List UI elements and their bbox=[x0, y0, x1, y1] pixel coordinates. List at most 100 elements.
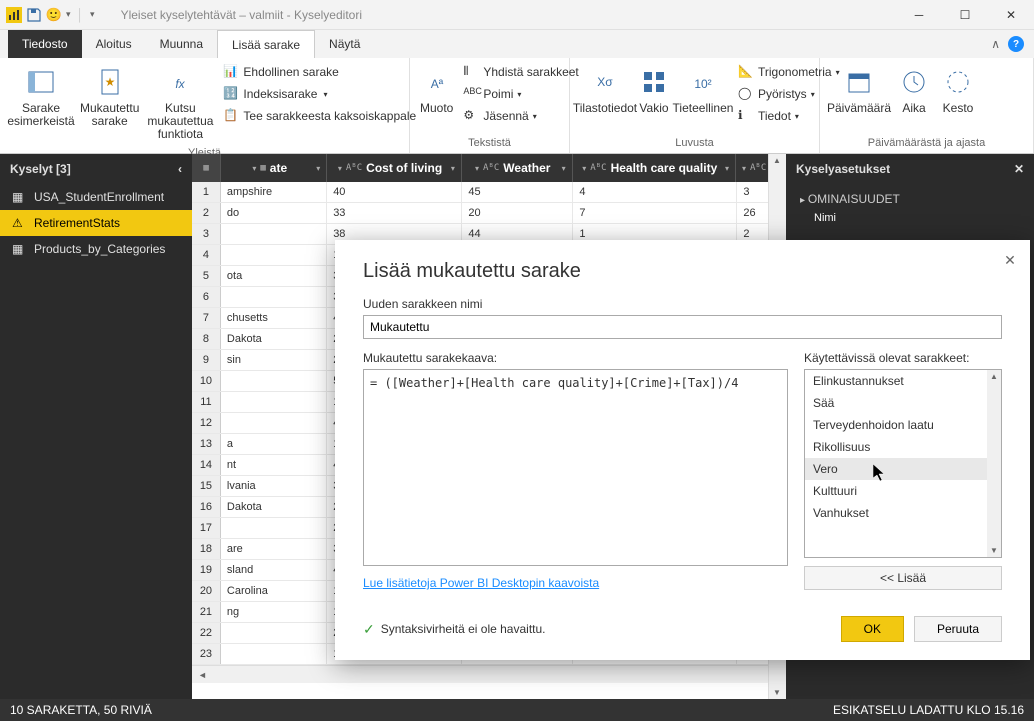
close-button[interactable]: ✕ bbox=[988, 0, 1034, 30]
cell[interactable] bbox=[221, 413, 327, 433]
cell[interactable]: Dakota bbox=[221, 497, 327, 517]
tab-file[interactable]: Tiedosto bbox=[8, 30, 82, 58]
invoke-function-button[interactable]: fxKutsu mukautettua funktiota bbox=[145, 62, 215, 145]
column-header[interactable]: ▾AᴮCWeather▾ bbox=[462, 154, 573, 182]
statistics-button[interactable]: XσTilastotiedot bbox=[578, 62, 632, 119]
query-item[interactable]: ▦Products_by_Categories bbox=[0, 236, 192, 262]
collapse-ribbon-icon[interactable]: ∧ bbox=[991, 37, 1000, 51]
horizontal-scrollbar[interactable]: ◄► bbox=[192, 665, 786, 683]
cell[interactable] bbox=[221, 287, 327, 307]
cell[interactable]: a bbox=[221, 434, 327, 454]
column-from-examples-button[interactable]: Sarake esimerkeistä bbox=[8, 62, 74, 132]
cell[interactable]: ampshire bbox=[221, 182, 327, 202]
table-row[interactable]: 2do3320726 bbox=[192, 203, 786, 224]
available-column-item[interactable]: Elinkustannukset bbox=[805, 370, 1001, 392]
date-button[interactable]: Päivämäärä bbox=[828, 62, 890, 119]
row-number[interactable]: 13 bbox=[192, 434, 221, 454]
time-button[interactable]: Aika bbox=[894, 62, 934, 119]
available-column-item[interactable]: Terveydenhoidon laatu bbox=[805, 414, 1001, 436]
tab-transform[interactable]: Muunna bbox=[146, 30, 217, 58]
standard-button[interactable]: Vakio bbox=[636, 62, 672, 119]
row-number[interactable]: 4 bbox=[192, 245, 221, 265]
row-number[interactable]: 21 bbox=[192, 602, 221, 622]
conditional-column-button[interactable]: 📊Ehdollinen sarake bbox=[219, 62, 420, 82]
row-number[interactable]: 5 bbox=[192, 266, 221, 286]
cell[interactable] bbox=[221, 371, 327, 391]
tab-home[interactable]: Aloitus bbox=[82, 30, 146, 58]
cell[interactable] bbox=[221, 245, 327, 265]
columns-scrollbar[interactable] bbox=[987, 370, 1001, 557]
cell[interactable]: ota bbox=[221, 266, 327, 286]
cell[interactable]: 7 bbox=[573, 203, 737, 223]
cell[interactable]: sland bbox=[221, 560, 327, 580]
cancel-button[interactable]: Peruuta bbox=[914, 616, 1002, 642]
row-number[interactable]: 9 bbox=[192, 350, 221, 370]
minimize-button[interactable]: ─ bbox=[896, 0, 942, 30]
cell[interactable] bbox=[221, 392, 327, 412]
queries-header[interactable]: Kyselyt [3] ‹ bbox=[0, 154, 192, 184]
row-number[interactable]: 10 bbox=[192, 371, 221, 391]
cell[interactable]: 4 bbox=[573, 182, 737, 202]
column-header[interactable]: ▦ bbox=[192, 154, 221, 182]
merge-columns-button[interactable]: ⫴Yhdistä sarakkeet bbox=[459, 62, 582, 82]
tab-view[interactable]: Näytä bbox=[315, 30, 374, 58]
collapse-queries-icon[interactable]: ‹ bbox=[178, 162, 182, 176]
cell[interactable]: do bbox=[221, 203, 327, 223]
save-icon[interactable] bbox=[26, 7, 42, 23]
row-number[interactable]: 23 bbox=[192, 644, 221, 664]
formula-input[interactable]: = ([Weather]+[Health care quality]+[Crim… bbox=[363, 369, 788, 566]
cell[interactable]: 20 bbox=[462, 203, 573, 223]
ok-button[interactable]: OK bbox=[841, 616, 904, 642]
qat-dropdown-icon[interactable]: ▾ bbox=[66, 9, 71, 20]
cell[interactable]: chusetts bbox=[221, 308, 327, 328]
qat-overflow[interactable]: ▾ bbox=[90, 9, 95, 20]
row-number[interactable]: 1 bbox=[192, 182, 221, 202]
row-number[interactable]: 22 bbox=[192, 623, 221, 643]
duration-button[interactable]: Kesto bbox=[938, 62, 978, 119]
maximize-button[interactable]: ☐ bbox=[942, 0, 988, 30]
row-number[interactable]: 20 bbox=[192, 581, 221, 601]
available-column-item[interactable]: Rikollisuus bbox=[805, 436, 1001, 458]
cell[interactable]: Carolina bbox=[221, 581, 327, 601]
row-number[interactable]: 12 bbox=[192, 413, 221, 433]
available-column-item[interactable]: Kulttuuri bbox=[805, 480, 1001, 502]
learn-more-link[interactable]: Lue lisätietoja Power BI Desktopin kaavo… bbox=[363, 576, 788, 590]
row-number[interactable]: 17 bbox=[192, 518, 221, 538]
cell[interactable]: 33 bbox=[327, 203, 462, 223]
format-button[interactable]: AªMuoto bbox=[418, 62, 455, 119]
available-column-item[interactable]: Vero bbox=[805, 458, 1001, 480]
cell[interactable]: nt bbox=[221, 455, 327, 475]
available-column-item[interactable]: Vanhukset bbox=[805, 502, 1001, 524]
parse-button[interactable]: ⚙Jäsennä▾ bbox=[459, 106, 582, 126]
row-number[interactable]: 14 bbox=[192, 455, 221, 475]
row-number[interactable]: 11 bbox=[192, 392, 221, 412]
row-number[interactable]: 16 bbox=[192, 497, 221, 517]
extract-button[interactable]: ABCPoimi▾ bbox=[459, 84, 582, 104]
row-number[interactable]: 19 bbox=[192, 560, 221, 580]
column-header[interactable]: ▾▦ate▾ bbox=[221, 154, 327, 182]
emoji-icon[interactable]: 🙂 bbox=[46, 7, 62, 23]
duplicate-column-button[interactable]: 📋Tee sarakkeesta kaksoiskappale bbox=[219, 106, 420, 126]
available-columns-list[interactable]: ElinkustannuksetSääTerveydenhoidon laatu… bbox=[804, 369, 1002, 558]
cell[interactable]: Dakota bbox=[221, 329, 327, 349]
row-number[interactable]: 2 bbox=[192, 203, 221, 223]
scientific-button[interactable]: 10²Tieteellinen bbox=[676, 62, 730, 119]
close-settings-icon[interactable]: ✕ bbox=[1014, 162, 1024, 176]
row-number[interactable]: 3 bbox=[192, 224, 221, 244]
row-number[interactable]: 15 bbox=[192, 476, 221, 496]
cell[interactable]: are bbox=[221, 539, 327, 559]
cell[interactable] bbox=[221, 644, 327, 664]
cell[interactable]: 45 bbox=[462, 182, 573, 202]
row-number[interactable]: 8 bbox=[192, 329, 221, 349]
custom-column-button[interactable]: ★Mukautettu sarake bbox=[78, 62, 141, 132]
row-number[interactable]: 7 bbox=[192, 308, 221, 328]
column-name-input[interactable] bbox=[363, 315, 1002, 339]
cell[interactable] bbox=[221, 623, 327, 643]
cell[interactable]: sin bbox=[221, 350, 327, 370]
row-number[interactable]: 18 bbox=[192, 539, 221, 559]
help-icon[interactable]: ? bbox=[1008, 36, 1024, 52]
table-row[interactable]: 1ampshire404543 bbox=[192, 182, 786, 203]
insert-button[interactable]: << Lisää bbox=[804, 566, 1002, 590]
column-header[interactable]: ▾AᴮCHealth care quality▾ bbox=[573, 154, 736, 182]
row-number[interactable]: 6 bbox=[192, 287, 221, 307]
